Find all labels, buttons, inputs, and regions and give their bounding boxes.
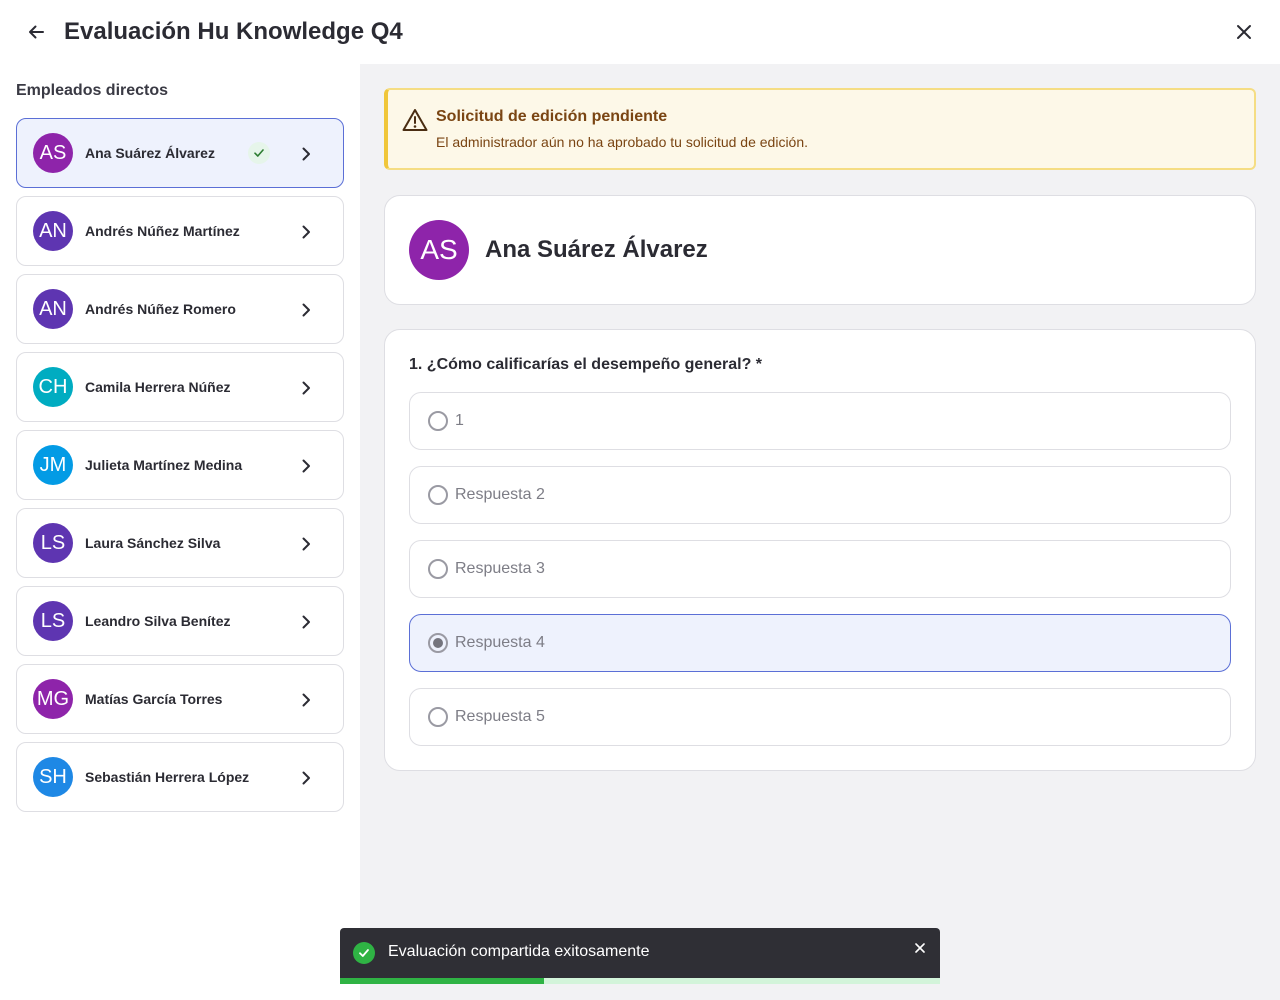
employee-item[interactable]: MG Matías García Torres	[16, 664, 344, 734]
close-button[interactable]	[1228, 16, 1260, 48]
employee-name: Camila Herrera Núñez	[85, 379, 231, 395]
toast-message: Evaluación compartida exitosamente	[388, 943, 650, 960]
employee-list: AS Ana Suárez Álvarez AN Andrés Núñez Martí…	[16, 118, 344, 820]
close-icon	[1237, 25, 1251, 39]
option-label: 1	[455, 412, 464, 429]
toast-progress-fill	[340, 978, 544, 984]
question-card: 1. ¿Cómo calificarías el desempeño gener…	[384, 329, 1256, 771]
chevron-right-icon	[297, 535, 315, 553]
question-label: 1. ¿Cómo calificarías el desempeño gener…	[409, 356, 763, 373]
option-label: Respuesta 4	[455, 634, 545, 651]
employee-item[interactable]: AN Andrés Núñez Romero	[16, 274, 344, 344]
answer-option[interactable]: Respuesta 4	[409, 614, 1231, 672]
chevron-right-icon	[297, 301, 315, 319]
employee-name: Leandro Silva Benítez	[85, 613, 231, 629]
check-icon	[248, 142, 270, 164]
sidebar-title: Empleados directos	[16, 82, 169, 99]
avatar: AS	[409, 220, 469, 280]
option-label: Respuesta 3	[455, 560, 545, 577]
answer-option[interactable]: Respuesta 3	[409, 540, 1231, 598]
profile-name: Ana Suárez Álvarez	[485, 236, 708, 263]
avatar: JM	[33, 445, 73, 485]
chevron-right-icon	[297, 691, 315, 709]
employee-name: Ana Suárez Álvarez	[85, 145, 215, 161]
avatar: AN	[33, 211, 73, 251]
employee-name: Julieta Martínez Medina	[85, 457, 243, 473]
sidebar: Empleados directos AS Ana Suárez Álvarez A…	[0, 64, 360, 1000]
alert-text: El administrador aún no ha aprobado tu s…	[436, 134, 809, 150]
chevron-right-icon	[297, 769, 315, 787]
warning-icon	[402, 109, 428, 131]
radio-button[interactable]	[428, 485, 448, 505]
answer-option[interactable]: 1	[409, 392, 1231, 450]
employee-profile-card: AS Ana Suárez Álvarez	[384, 195, 1256, 305]
answer-option[interactable]: Respuesta 2	[409, 466, 1231, 524]
answer-options: 1 Respuesta 2 Respuesta 3 Respuesta 4 Respue…	[409, 392, 1231, 762]
toast-close-button[interactable]	[912, 940, 928, 956]
avatar: AS	[33, 133, 73, 173]
employee-item[interactable]: LS Leandro Silva Benítez	[16, 586, 344, 656]
option-label: Respuesta 2	[455, 486, 545, 503]
avatar: SH	[33, 757, 73, 797]
avatar: MG	[33, 679, 73, 719]
employee-item[interactable]: JM Julieta Martínez Medina	[16, 430, 344, 500]
arrow-left-icon	[29, 25, 44, 39]
employee-item[interactable]: SH Sebastián Herrera López	[16, 742, 344, 812]
chevron-right-icon	[297, 457, 315, 475]
radio-button[interactable]	[428, 559, 448, 579]
avatar: CH	[33, 367, 73, 407]
employee-name: Laura Sánchez Silva	[85, 535, 221, 551]
page-title: Evaluación Hu Knowledge Q4	[64, 18, 403, 45]
option-label: Respuesta 5	[455, 708, 545, 725]
close-icon	[915, 943, 925, 953]
chevron-right-icon	[297, 145, 315, 163]
page-header: Evaluación Hu Knowledge Q4	[0, 0, 1280, 64]
employee-name: Andrés Núñez Romero	[85, 301, 236, 317]
radio-button[interactable]	[428, 633, 448, 653]
employee-item[interactable]: LS Laura Sánchez Silva	[16, 508, 344, 578]
back-button[interactable]	[20, 16, 52, 48]
avatar: LS	[33, 601, 73, 641]
main-panel: Solicitud de edición pendiente El admini…	[360, 64, 1280, 1000]
alert-title: Solicitud de edición pendiente	[436, 108, 668, 125]
chevron-right-icon	[297, 613, 315, 631]
radio-button[interactable]	[428, 411, 448, 431]
success-toast: Evaluación compartida exitosamente	[340, 928, 940, 984]
employee-item[interactable]: CH Camila Herrera Núñez	[16, 352, 344, 422]
employee-item[interactable]: AN Andrés Núñez Martínez	[16, 196, 344, 266]
employee-name: Matías García Torres	[85, 691, 223, 707]
avatar: AN	[33, 289, 73, 329]
answer-option[interactable]: Respuesta 5	[409, 688, 1231, 746]
check-circle-icon	[353, 942, 375, 964]
pending-edit-alert: Solicitud de edición pendiente El admini…	[384, 88, 1256, 170]
toast-progress-track	[340, 978, 940, 984]
chevron-right-icon	[297, 223, 315, 241]
radio-button[interactable]	[428, 707, 448, 727]
employee-name: Sebastián Herrera López	[85, 769, 250, 785]
chevron-right-icon	[297, 379, 315, 397]
employee-item[interactable]: AS Ana Suárez Álvarez	[16, 118, 344, 188]
employee-name: Andrés Núñez Martínez	[85, 223, 240, 239]
avatar: LS	[33, 523, 73, 563]
